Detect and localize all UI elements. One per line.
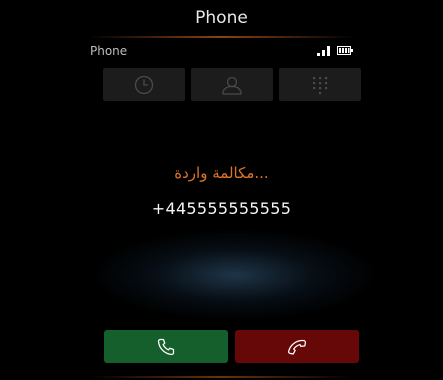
- titlebar-accent-line: [88, 36, 355, 38]
- window-title: Phone: [195, 8, 248, 28]
- status-bar: Phone: [88, 40, 355, 62]
- keypad-grid-icon: [313, 76, 328, 94]
- phone-handset-icon: [157, 338, 175, 355]
- tab-contacts[interactable]: [191, 68, 273, 101]
- clock-icon: [134, 75, 154, 94]
- caller-glow: [95, 230, 375, 320]
- phone-window: Phone Phone ...مكالمة واردة +44555555555…: [0, 0, 443, 380]
- person-icon: [222, 76, 242, 95]
- incoming-call-label: ...مكالمة واردة: [174, 164, 269, 182]
- signal-bars-icon: [317, 46, 330, 56]
- decline-call-button[interactable]: [235, 330, 359, 363]
- tab-recent-calls[interactable]: [103, 68, 185, 101]
- answer-call-button[interactable]: [104, 330, 228, 363]
- bottom-accent-line: [88, 376, 355, 378]
- status-app-name: Phone: [90, 44, 128, 58]
- tab-dialpad[interactable]: [279, 68, 361, 101]
- phone-tabs: [103, 68, 361, 102]
- window-titlebar: Phone: [0, 0, 443, 40]
- battery-icon: [337, 46, 353, 55]
- hang-up-handset-icon: [287, 339, 307, 355]
- caller-number: +445555555555: [151, 199, 292, 218]
